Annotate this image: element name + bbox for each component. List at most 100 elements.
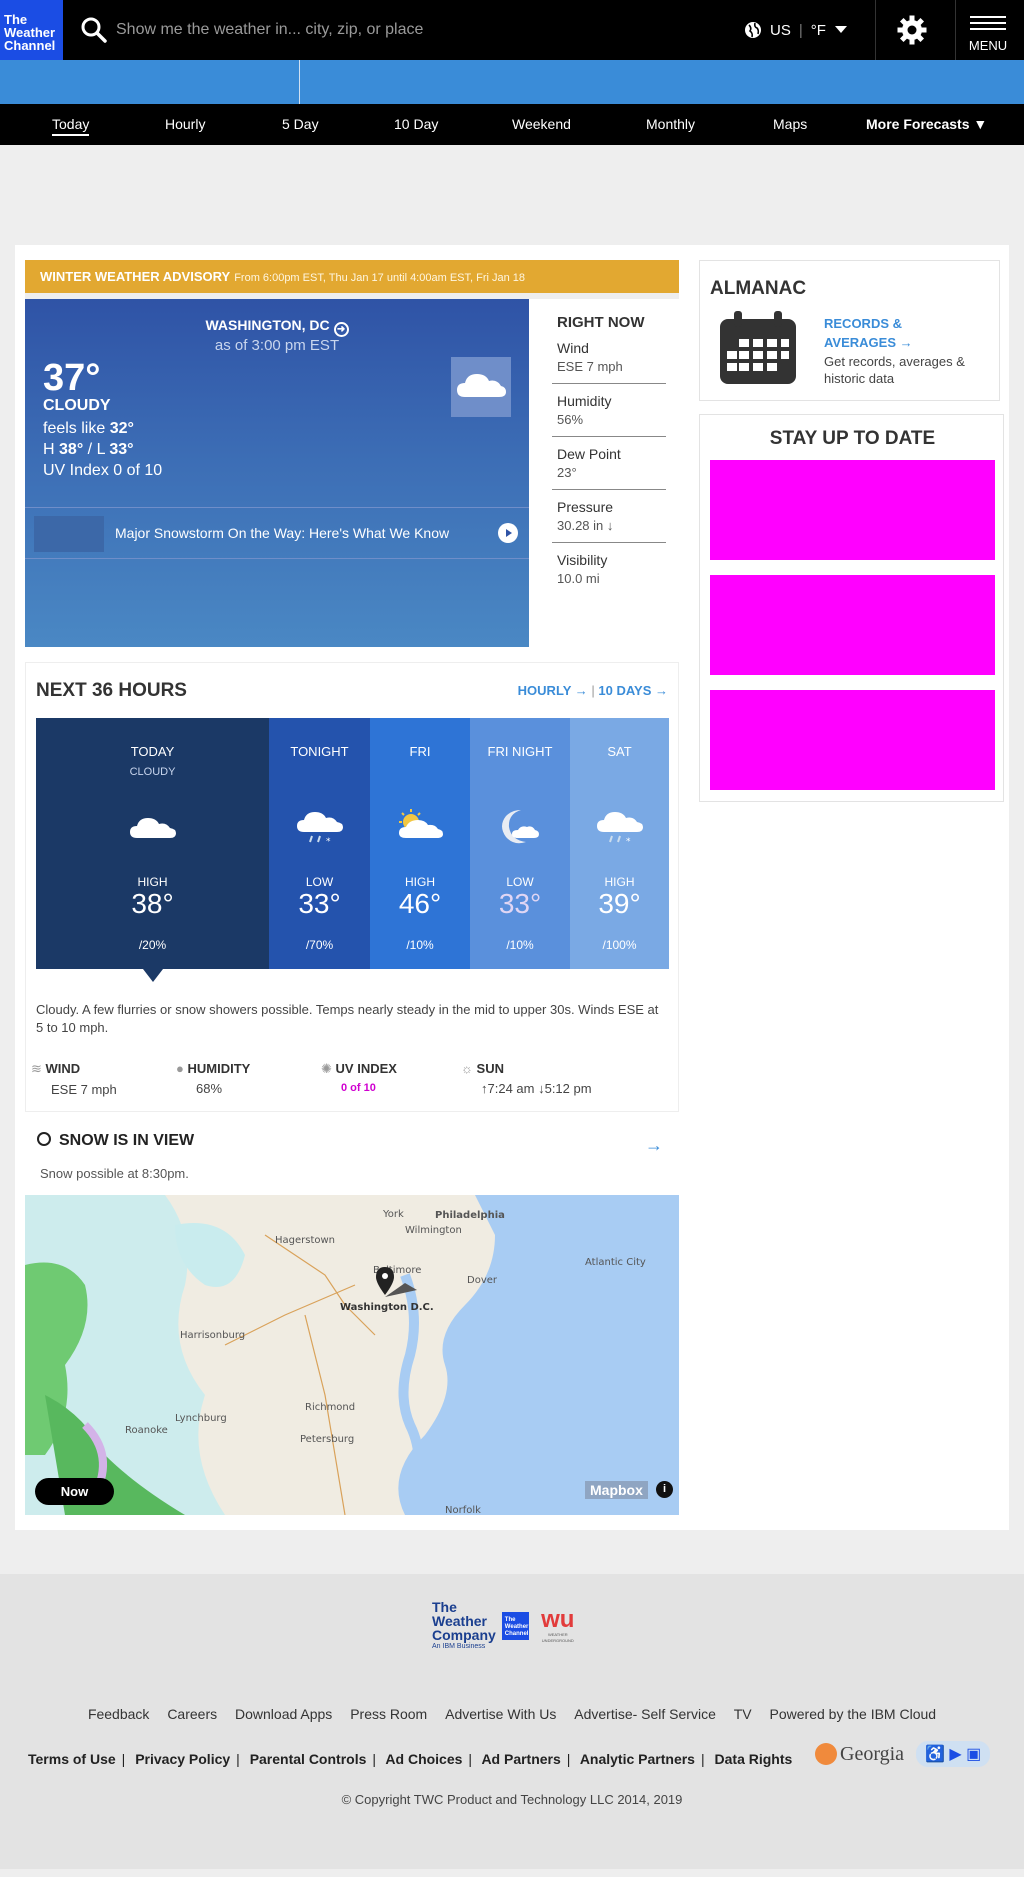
- period-fri[interactable]: FRI HIGH 46° /10%: [370, 718, 470, 969]
- ad-placeholder[interactable]: [710, 460, 995, 560]
- records-averages-link[interactable]: RECORDS & AVERAGES →: [824, 314, 934, 352]
- feels-like: feels like 32°: [43, 420, 134, 438]
- locale-divider: |: [798, 21, 803, 39]
- rn-value: 56%: [557, 412, 584, 427]
- legal-analytic-partners[interactable]: Analytic Partners: [580, 1751, 695, 1767]
- legal-terms[interactable]: Terms of Use: [28, 1751, 116, 1767]
- period-precip: /10%: [470, 938, 570, 952]
- nav-5-day[interactable]: 5 Day: [282, 116, 319, 132]
- period-temp: 38°: [131, 888, 174, 919]
- rn-value: 23°: [557, 465, 577, 480]
- rn-value: 10.0 mi: [557, 571, 600, 586]
- search-icon[interactable]: [80, 16, 108, 44]
- wind-icon: ≋: [31, 1061, 42, 1076]
- period-name: SAT: [607, 744, 632, 759]
- precip-value: 20%: [142, 938, 167, 952]
- svg-text:*: *: [626, 837, 631, 846]
- period-condition: CLOUDY: [129, 766, 176, 778]
- snow-cloud-icon: *: [596, 812, 643, 846]
- feels-like-value: 32°: [109, 420, 134, 437]
- weather-company-logo[interactable]: The Weather Company An IBM Business: [432, 1600, 496, 1651]
- footer-link-download-apps[interactable]: Download Apps: [235, 1706, 332, 1722]
- logo-twc-line-3: Channel: [504, 1630, 529, 1637]
- unit-label: °F: [810, 21, 826, 39]
- nav-10-day[interactable]: 10 Day: [394, 116, 438, 132]
- gear-icon[interactable]: [896, 14, 928, 46]
- footer-link-advertise[interactable]: Advertise With Us: [445, 1706, 556, 1722]
- nav-maps[interactable]: Maps: [773, 116, 807, 132]
- rn-value: 30.28 in ↓: [557, 518, 614, 533]
- right-now-wind: Wind ESE 7 mph: [552, 340, 666, 384]
- mapbox-attribution[interactable]: Mapbox: [585, 1481, 648, 1499]
- wunderground-logo[interactable]: wu WEATHER UNDERGROUND: [535, 1607, 581, 1644]
- rn-label: Pressure: [557, 499, 614, 515]
- footer-link-feedback[interactable]: Feedback: [88, 1706, 149, 1722]
- legal-parental-controls[interactable]: Parental Controls: [250, 1751, 367, 1767]
- menu-button[interactable]: MENU: [966, 12, 1010, 53]
- hamburger-icon: [966, 16, 1010, 30]
- right-now-humidity: Humidity 56%: [552, 393, 666, 437]
- period-precip: /70%: [269, 938, 370, 952]
- forecast-narrative: Cloudy. A few flurries or snow showers p…: [36, 1002, 659, 1035]
- right-now-dew-point: Dew Point 23°: [552, 446, 666, 490]
- footer-link-tv[interactable]: TV: [734, 1706, 752, 1722]
- footer-link-press-room[interactable]: Press Room: [350, 1706, 427, 1722]
- current-conditions: WASHINGTON, DC ➜ as of 3:00 pm EST 37° C…: [25, 299, 529, 647]
- period-type: HIGH: [405, 875, 435, 889]
- high-value: 38°: [59, 441, 84, 458]
- logo-wu-sub: WEATHER UNDERGROUND: [541, 1631, 574, 1643]
- footer-link-ibm-cloud[interactable]: Powered by the IBM Cloud: [770, 1706, 937, 1722]
- period-sat[interactable]: SAT * HIGH 39° /100%: [570, 718, 669, 969]
- detail-label: UV INDEX: [335, 1061, 397, 1076]
- accessibility-icon[interactable]: ♿ ▶ ▣: [916, 1741, 991, 1767]
- legal-ad-partners[interactable]: Ad Partners: [481, 1751, 560, 1767]
- condition-icon-box: [451, 357, 511, 417]
- period-today[interactable]: TODAY CLOUDY HIGH 38° /20%: [36, 718, 269, 969]
- footer-link-self-service[interactable]: Advertise- Self Service: [574, 1706, 716, 1722]
- ad-placeholder[interactable]: [710, 575, 995, 675]
- legal-data-rights[interactable]: Data Rights: [715, 1751, 793, 1767]
- period-name: FRI: [409, 744, 431, 759]
- locale-selector[interactable]: US | °F: [744, 16, 848, 44]
- period-name: TONIGHT: [290, 744, 349, 759]
- globe-icon: [745, 22, 761, 38]
- nav-hourly[interactable]: Hourly: [165, 116, 205, 132]
- detail-label: SUN: [476, 1061, 504, 1076]
- legal-privacy[interactable]: Privacy Policy: [135, 1751, 230, 1767]
- twc-small-logo[interactable]: The Weather Channel: [501, 1611, 529, 1640]
- stay-up-to-date-title: STAY UP TO DATE: [769, 428, 936, 449]
- location-title[interactable]: WASHINGTON, DC ➜: [25, 317, 529, 337]
- detail-value: 68%: [196, 1081, 223, 1096]
- map-now-button[interactable]: Now: [35, 1478, 114, 1505]
- uv-index: UV Index 0 of 10: [43, 462, 163, 479]
- nav-today[interactable]: Today: [52, 116, 90, 136]
- ten-days-link[interactable]: 10 DAYS →: [598, 683, 668, 698]
- info-icon[interactable]: i: [656, 1481, 673, 1498]
- nav-weekend[interactable]: Weekend: [512, 116, 571, 132]
- legal-ad-choices[interactable]: Ad Choices: [385, 1751, 462, 1767]
- logo-company-line-1: The: [432, 1599, 457, 1615]
- period-fri-night[interactable]: FRI NIGHT LOW 33° /10%: [470, 718, 570, 969]
- nav-more-forecasts[interactable]: More Forecasts ▼: [866, 116, 987, 132]
- footer-link-careers[interactable]: Careers: [167, 1706, 217, 1722]
- sun-icon: ☼: [461, 1061, 473, 1076]
- winter-weather-advisory[interactable]: WINTER WEATHER ADVISORY From 6:00pm EST, …: [25, 260, 679, 293]
- radar-map[interactable]: Philadelphia Wilmington York Hagerstown …: [25, 1195, 679, 1515]
- period-tonight[interactable]: TONIGHT * LOW 33° /70%: [269, 718, 370, 969]
- hourly-link[interactable]: HOURLY →: [518, 683, 588, 698]
- right-now-title: RIGHT NOW: [557, 314, 645, 331]
- georgia-badge[interactable]: Georgia: [815, 1743, 904, 1766]
- video-teaser[interactable]: Major Snowstorm On the Way: Here's What …: [25, 507, 529, 559]
- twc-logo[interactable]: The Weather Channel: [0, 0, 63, 60]
- chevron-down-icon: ▼: [973, 116, 988, 132]
- calendar-icon: [720, 311, 796, 384]
- map-label-petersburg: Petersburg: [300, 1434, 354, 1445]
- ad-placeholder[interactable]: [710, 690, 995, 790]
- arrow-right-icon[interactable]: →: [645, 1135, 663, 1156]
- detail-humidity: ● HUMIDITY 68%: [176, 1061, 250, 1096]
- next-36-title: NEXT 36 HOURS: [36, 680, 187, 701]
- search-input[interactable]: [116, 12, 676, 48]
- precip-value: 10%: [509, 938, 534, 952]
- nav-monthly[interactable]: Monthly: [646, 116, 695, 132]
- detail-wind: ≋ WIND ESE 7 mph: [31, 1061, 117, 1097]
